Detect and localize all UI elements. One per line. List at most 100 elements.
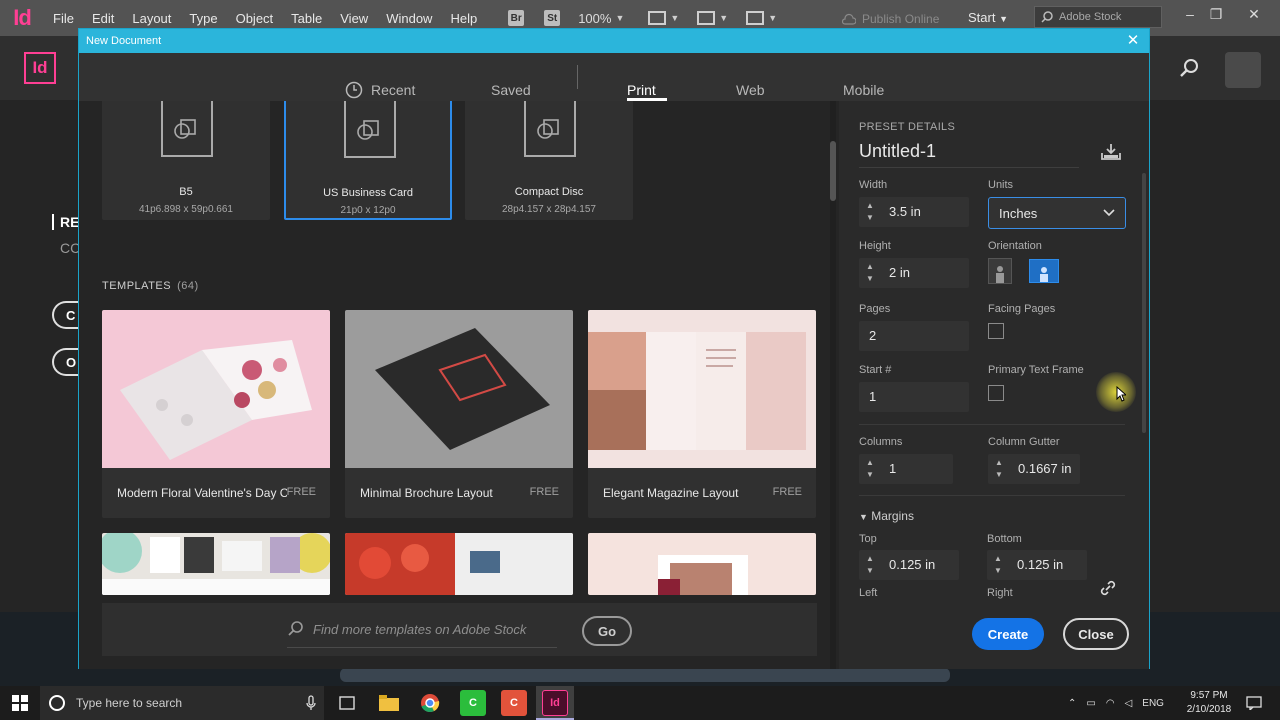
preset-us-business-card[interactable]: US Business Card 21p0 x 12p0: [284, 101, 452, 220]
search-icon[interactable]: [1178, 58, 1200, 86]
menu-window[interactable]: Window: [377, 11, 441, 26]
stepper-arrows-icon[interactable]: ▲ ▼: [992, 457, 1006, 481]
document-name-input[interactable]: Untitled-1: [859, 141, 936, 162]
height-stepper[interactable]: ▲ ▼ 2 in: [859, 258, 969, 288]
volume-icon[interactable]: ◁: [1125, 698, 1133, 709]
chrome-icon[interactable]: [417, 690, 443, 716]
chevron-up-icon[interactable]: ⌃: [1068, 698, 1076, 709]
close-icon[interactable]: ✕: [1125, 32, 1141, 49]
file-explorer-icon[interactable]: [376, 690, 402, 716]
screen-recorder-icon[interactable]: C: [501, 690, 527, 716]
minimize-icon[interactable]: –: [1180, 4, 1200, 24]
start-page-input[interactable]: 1: [859, 382, 969, 412]
chevron-down-icon[interactable]: ▼: [768, 13, 777, 23]
publish-online-button[interactable]: Publish Online: [842, 8, 946, 30]
tab-mobile-label: Mobile: [843, 82, 885, 98]
screen-mode-icon[interactable]: [697, 11, 716, 25]
chevron-down-icon[interactable]: ▼: [615, 13, 624, 23]
orientation-label: Orientation: [988, 240, 1042, 252]
workspace-switcher[interactable]: Start ▼: [968, 10, 1008, 25]
publish-online-label: Publish Online: [862, 12, 940, 26]
chevron-down-icon[interactable]: ▼: [670, 13, 679, 23]
notifications-icon[interactable]: [1246, 696, 1262, 710]
preset-b5[interactable]: B5 41p6.898 x 59p0.661: [102, 101, 270, 220]
go-button[interactable]: Go: [582, 616, 632, 646]
template-name: Modern Floral Valentine's Day Ca...: [117, 486, 287, 500]
stepper-arrows-icon[interactable]: ▲ ▼: [863, 553, 877, 577]
landscape-orientation-icon[interactable]: [1029, 259, 1059, 283]
presets-scrollbar-thumb[interactable]: [830, 141, 836, 201]
columns-stepper[interactable]: ▲ ▼ 1: [859, 454, 953, 484]
stock-search-input[interactable]: Adobe Stock: [1034, 6, 1162, 28]
stock-icon[interactable]: St: [544, 10, 561, 26]
create-button[interactable]: Create: [972, 618, 1044, 650]
margin-top-stepper[interactable]: ▲ ▼ 0.125 in: [859, 550, 959, 580]
mouse-pointer-icon: [1116, 386, 1126, 402]
search-icon: [288, 621, 303, 636]
preset-size: 41p6.898 x 59p0.661: [139, 204, 233, 215]
menu-file[interactable]: File: [44, 11, 83, 26]
template-card[interactable]: [588, 533, 816, 595]
battery-icon[interactable]: ▭: [1086, 698, 1095, 709]
taskbar-search-input[interactable]: Type here to search: [40, 686, 324, 720]
view-options-icon[interactable]: [648, 11, 667, 25]
menu-help[interactable]: Help: [441, 11, 486, 26]
camtasia-icon[interactable]: C: [460, 690, 486, 716]
preset-compact-disc[interactable]: Compact Disc 28p4.157 x 28p4.157: [465, 101, 633, 220]
task-view-icon[interactable]: [334, 690, 360, 716]
save-preset-icon[interactable]: [1101, 143, 1121, 161]
template-thumbnail: [102, 310, 330, 468]
menu-view[interactable]: View: [331, 11, 377, 26]
language-indicator[interactable]: ENG: [1142, 698, 1164, 709]
input-underline: [287, 647, 557, 648]
free-badge: FREE: [772, 486, 802, 498]
stock-search-input[interactable]: Find more templates on Adobe Stock: [287, 621, 526, 637]
chevron-down-icon[interactable]: ▼: [719, 13, 728, 23]
column-gutter-value: 0.1667 in: [1018, 461, 1072, 476]
windows-start-icon[interactable]: [12, 695, 28, 711]
menu-type[interactable]: Type: [180, 11, 226, 26]
indesign-logo: Id: [24, 52, 56, 84]
microphone-icon[interactable]: [306, 695, 316, 711]
indesign-taskbar-icon[interactable]: Id: [542, 690, 568, 716]
primary-text-frame-checkbox[interactable]: [988, 385, 1004, 401]
stepper-arrows-icon[interactable]: ▲ ▼: [863, 261, 877, 285]
margins-section-toggle[interactable]: ▼ Margins: [859, 509, 914, 523]
template-card[interactable]: Minimal Brochure Layout FREE: [345, 310, 573, 518]
bridge-icon[interactable]: Br: [508, 10, 525, 26]
menu-edit[interactable]: Edit: [83, 11, 123, 26]
stepper-arrows-icon[interactable]: ▲ ▼: [991, 553, 1005, 577]
pages-input[interactable]: 2: [859, 321, 969, 351]
margin-bottom-stepper[interactable]: ▲ ▼ 0.125 in: [987, 550, 1087, 580]
close-icon[interactable]: ✕: [1244, 4, 1264, 24]
portrait-orientation-icon[interactable]: [988, 258, 1012, 284]
start-footer-image-detail: [340, 668, 950, 682]
template-card[interactable]: [345, 533, 573, 595]
template-thumbnail: [345, 310, 573, 468]
tab-recent-label: Recent: [371, 82, 416, 98]
details-scrollbar[interactable]: [1142, 173, 1146, 433]
template-card[interactable]: Elegant Magazine Layout FREE: [588, 310, 816, 518]
link-margins-icon[interactable]: [1099, 579, 1117, 597]
menu-table[interactable]: Table: [282, 11, 331, 26]
template-card[interactable]: Modern Floral Valentine's Day Ca... FREE: [102, 310, 330, 518]
margin-bottom-value: 0.125 in: [1017, 557, 1064, 572]
menu-layout[interactable]: Layout: [123, 11, 180, 26]
wifi-icon[interactable]: ◠: [1106, 698, 1115, 709]
divider: [859, 424, 1125, 425]
stepper-arrows-icon[interactable]: ▲ ▼: [863, 200, 877, 224]
restore-icon[interactable]: ❐: [1206, 4, 1226, 24]
stepper-arrows-icon[interactable]: ▲ ▼: [863, 457, 877, 481]
width-stepper[interactable]: ▲ ▼ 3.5 in: [859, 197, 969, 227]
template-card[interactable]: [102, 533, 330, 595]
facing-pages-checkbox[interactable]: [988, 323, 1004, 339]
arrange-documents-icon[interactable]: [746, 11, 765, 25]
avatar[interactable]: [1225, 52, 1261, 88]
template-name: Minimal Brochure Layout: [360, 486, 493, 500]
units-select[interactable]: Inches: [988, 197, 1126, 229]
taskbar-clock[interactable]: 9:57 PM 2/10/2018: [1184, 689, 1234, 717]
menu-object[interactable]: Object: [227, 11, 283, 26]
column-gutter-stepper[interactable]: ▲ ▼ 0.1667 in: [988, 454, 1080, 484]
close-button[interactable]: Close: [1063, 618, 1129, 650]
zoom-level[interactable]: 100%: [578, 11, 611, 26]
